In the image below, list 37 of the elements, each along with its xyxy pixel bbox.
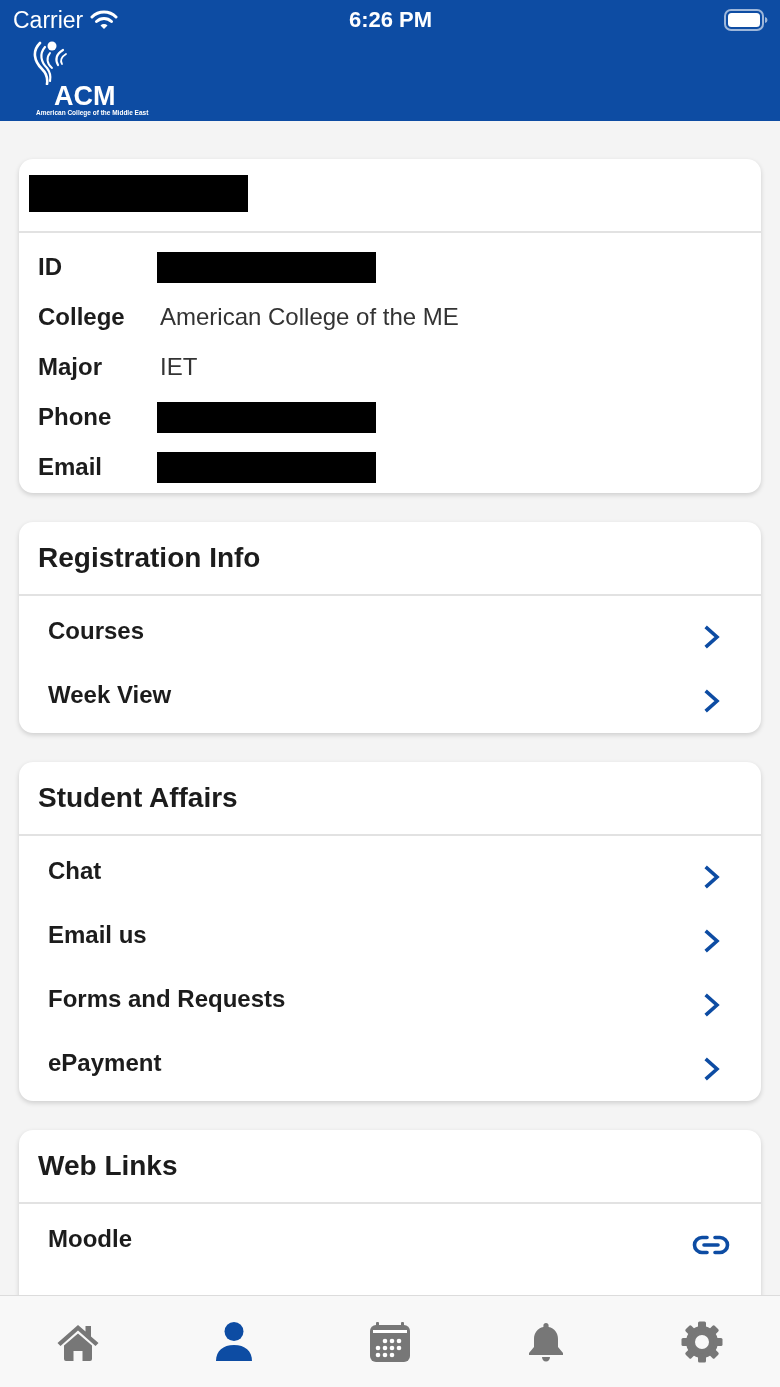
status-time: 6:26 PM bbox=[348, 7, 433, 33]
chevron-right-icon bbox=[704, 865, 720, 889]
menu-item[interactable]: ePayment bbox=[19, 1031, 761, 1095]
chevron-right-icon bbox=[704, 625, 720, 649]
chevron-right-icon bbox=[704, 929, 720, 953]
calendar-tab[interactable] bbox=[370, 1321, 410, 1362]
battery-icon bbox=[724, 9, 768, 31]
settings-tab[interactable] bbox=[681, 1320, 723, 1363]
calendar-icon bbox=[370, 1321, 410, 1362]
chevron-right-icon bbox=[704, 689, 720, 713]
wifi-icon bbox=[90, 10, 119, 30]
field-value: American College of the ME bbox=[160, 303, 459, 331]
field-label: ID bbox=[38, 253, 63, 281]
field-label: College bbox=[38, 303, 126, 331]
field-label: Major bbox=[38, 353, 103, 381]
field-label: Email bbox=[38, 453, 104, 481]
menu-item[interactable]: Email us bbox=[19, 903, 761, 967]
link-icon bbox=[692, 1235, 730, 1255]
menu-item[interactable]: Week View bbox=[19, 663, 761, 727]
section-title: Web Links bbox=[38, 1150, 178, 1182]
link-item[interactable]: Moodle bbox=[19, 1207, 761, 1271]
menu-item[interactable]: Forms and Requests bbox=[19, 967, 761, 1031]
logo-text: ACM bbox=[54, 85, 116, 108]
menu-item[interactable]: Chat bbox=[19, 839, 761, 903]
settings-icon bbox=[681, 1320, 723, 1363]
section-title: Registration Info bbox=[38, 542, 261, 574]
carrier-label: Carrier bbox=[13, 6, 84, 34]
profile-tab[interactable] bbox=[215, 1321, 253, 1362]
person-icon bbox=[215, 1321, 253, 1362]
chevron-right-icon bbox=[704, 1057, 720, 1081]
section-title: Student Affairs bbox=[38, 782, 238, 814]
bell-icon bbox=[528, 1321, 564, 1362]
menu-item[interactable]: Courses bbox=[19, 599, 761, 663]
field-value: IET bbox=[160, 353, 198, 381]
field-label: Phone bbox=[38, 403, 113, 431]
notifications-tab[interactable] bbox=[528, 1321, 564, 1362]
chevron-right-icon bbox=[704, 993, 720, 1017]
